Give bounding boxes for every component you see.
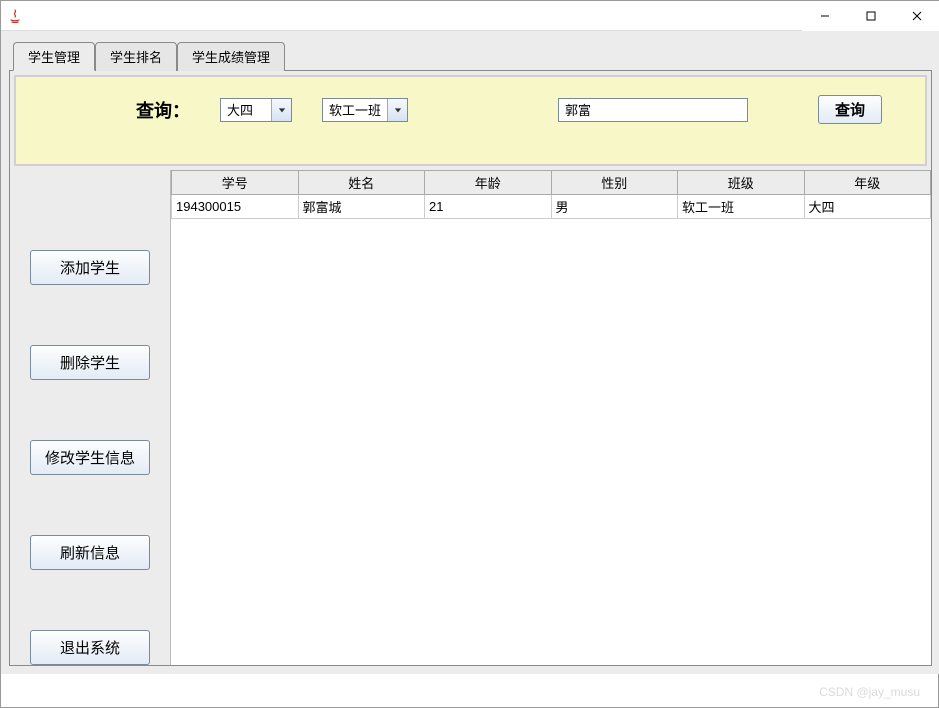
query-button[interactable]: 查询 — [818, 95, 882, 124]
tab-label: 学生管理 — [28, 50, 80, 65]
grade-select-value: 大四 — [221, 99, 271, 121]
table-area: 学号 姓名 年龄 性别 班级 年级 194300015 郭富城 21 — [170, 170, 931, 665]
col-grade[interactable]: 年级 — [804, 171, 931, 195]
maximize-button[interactable] — [848, 1, 894, 31]
table-header-row: 学号 姓名 年龄 性别 班级 年级 — [172, 171, 931, 195]
table-empty-area — [171, 219, 931, 665]
cell-name[interactable]: 郭富城 — [298, 195, 425, 219]
col-age[interactable]: 年龄 — [425, 171, 552, 195]
tab-student-manage[interactable]: 学生管理 — [13, 42, 95, 71]
tab-content: 查询： 大四 软工一班 查询 添加学生 删除学生 修改学生信息 刷新信息 退出系… — [9, 70, 932, 666]
tab-label: 学生排名 — [110, 50, 162, 65]
edit-student-button[interactable]: 修改学生信息 — [30, 440, 150, 475]
col-id[interactable]: 学号 — [172, 171, 299, 195]
titlebar — [1, 1, 939, 31]
sidebar: 添加学生 删除学生 修改学生信息 刷新信息 退出系统 — [10, 170, 170, 665]
close-button[interactable] — [894, 1, 939, 31]
minimize-button[interactable] — [802, 1, 848, 31]
grade-select[interactable]: 大四 — [220, 98, 292, 122]
button-label: 修改学生信息 — [45, 450, 135, 467]
button-label: 刷新信息 — [60, 545, 120, 562]
cell-class[interactable]: 软工一班 — [678, 195, 805, 219]
tabstrip: 学生管理 学生排名 学生成绩管理 — [13, 41, 932, 70]
button-label: 退出系统 — [60, 640, 120, 657]
class-select-value: 软工一班 — [323, 99, 387, 121]
titlebar-left — [1, 8, 29, 24]
refresh-button[interactable]: 刷新信息 — [30, 535, 150, 570]
col-name[interactable]: 姓名 — [298, 171, 425, 195]
col-class[interactable]: 班级 — [678, 171, 805, 195]
table-row[interactable]: 194300015 郭富城 21 男 软工一班 大四 — [172, 195, 931, 219]
watermark: CSDN @jay_musu — [819, 685, 920, 699]
exit-button[interactable]: 退出系统 — [30, 630, 150, 665]
tab-score-manage[interactable]: 学生成绩管理 — [177, 42, 285, 71]
student-table[interactable]: 学号 姓名 年龄 性别 班级 年级 194300015 郭富城 21 — [171, 170, 931, 219]
cell-gender[interactable]: 男 — [551, 195, 678, 219]
query-label: 查询： — [136, 97, 190, 123]
window-controls — [802, 1, 939, 31]
dropdown-icon — [387, 99, 407, 121]
class-select[interactable]: 软工一班 — [322, 98, 408, 122]
lower-area: 添加学生 删除学生 修改学生信息 刷新信息 退出系统 学号 姓名 年龄 性别 班… — [10, 170, 931, 665]
name-input[interactable] — [558, 98, 748, 122]
java-app-icon — [7, 8, 23, 24]
tab-student-rank[interactable]: 学生排名 — [95, 42, 177, 71]
cell-id[interactable]: 194300015 — [172, 195, 299, 219]
delete-student-button[interactable]: 删除学生 — [30, 345, 150, 380]
tab-label: 学生成绩管理 — [192, 50, 270, 65]
cell-age[interactable]: 21 — [425, 195, 552, 219]
dropdown-icon — [271, 99, 291, 121]
button-label: 添加学生 — [60, 260, 120, 277]
button-label: 删除学生 — [60, 355, 120, 372]
query-panel: 查询： 大四 软工一班 查询 — [14, 75, 927, 166]
cell-grade[interactable]: 大四 — [804, 195, 931, 219]
query-button-label: 查询 — [835, 102, 865, 119]
col-gender[interactable]: 性别 — [551, 171, 678, 195]
add-student-button[interactable]: 添加学生 — [30, 250, 150, 285]
client-area: 学生管理 学生排名 学生成绩管理 查询： 大四 软工一班 查询 添加学生 — [1, 31, 939, 674]
